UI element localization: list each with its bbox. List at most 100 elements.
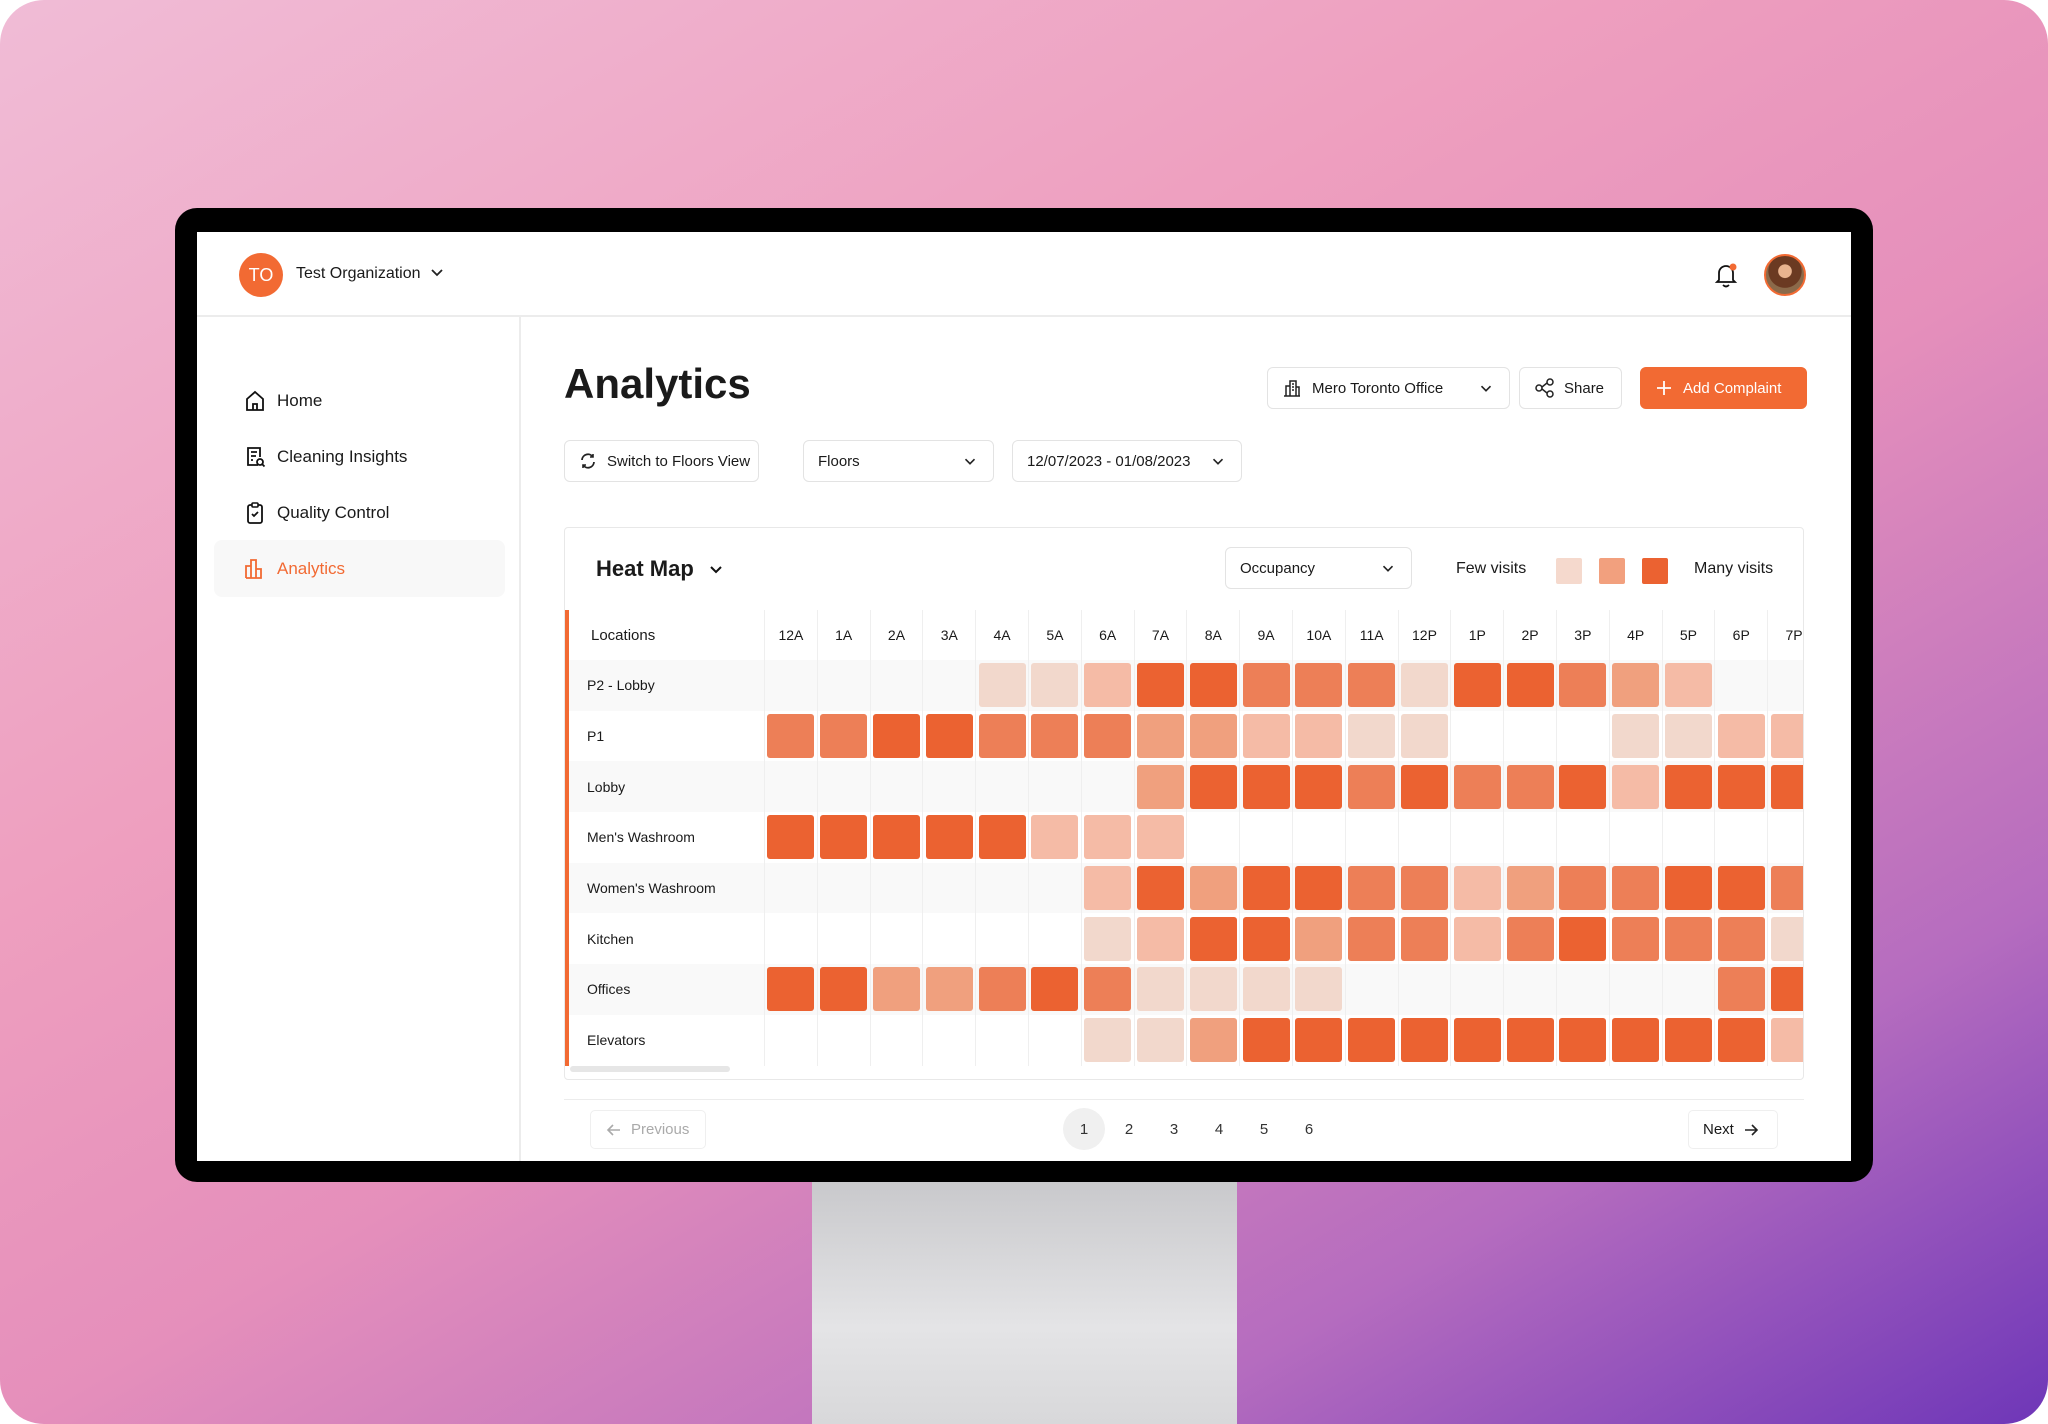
heatmap-cell-fill[interactable] xyxy=(978,967,1026,1012)
heatmap-cell-fill[interactable] xyxy=(1136,1018,1184,1063)
heatmap-cell-fill[interactable] xyxy=(1664,714,1712,759)
heatmap-cell-fill[interactable] xyxy=(1242,714,1290,759)
heatmap-cell-fill[interactable] xyxy=(1295,967,1343,1012)
org-name[interactable]: Test Organization xyxy=(296,265,421,283)
heatmap-cell-fill[interactable] xyxy=(1348,1018,1396,1063)
heatmap-cell-fill[interactable] xyxy=(1559,764,1607,809)
sidebar-item-cleaning-insights[interactable]: Cleaning Insights xyxy=(214,428,505,485)
heatmap-cell-fill[interactable] xyxy=(1453,916,1501,961)
page-4[interactable]: 4 xyxy=(1198,1108,1240,1150)
heatmap-cell-fill[interactable] xyxy=(1400,866,1448,911)
heatmap-cell-fill[interactable] xyxy=(1453,663,1501,708)
heatmap-cell-fill[interactable] xyxy=(1612,764,1660,809)
heatmap-cell-fill[interactable] xyxy=(1295,866,1343,911)
heatmap-cell-fill[interactable] xyxy=(1295,764,1343,809)
heatmap-cell-fill[interactable] xyxy=(978,815,1026,860)
sidebar-item-home[interactable]: Home xyxy=(214,372,505,429)
heatmap-cell-fill[interactable] xyxy=(1717,1018,1765,1063)
heatmap-cell-fill[interactable] xyxy=(1136,866,1184,911)
heatmap-cell-fill[interactable] xyxy=(1031,714,1079,759)
heatmap-type-select[interactable]: Heat Map xyxy=(596,556,726,582)
heatmap-cell-fill[interactable] xyxy=(767,967,815,1012)
heatmap-cell-fill[interactable] xyxy=(1242,916,1290,961)
heatmap-cell-fill[interactable] xyxy=(1453,764,1501,809)
heatmap-cell-fill[interactable] xyxy=(1031,815,1079,860)
heatmap-cell-fill[interactable] xyxy=(872,815,920,860)
heatmap-cell-fill[interactable] xyxy=(1506,764,1554,809)
heatmap-cell-fill[interactable] xyxy=(1400,916,1448,961)
heatmap-cell-fill[interactable] xyxy=(1031,663,1079,708)
heatmap-cell-fill[interactable] xyxy=(1506,866,1554,911)
add-complaint-button[interactable]: Add Complaint xyxy=(1640,367,1807,409)
heatmap-cell-fill[interactable] xyxy=(820,815,868,860)
heatmap-cell-fill[interactable] xyxy=(1348,866,1396,911)
page-1[interactable]: 1 xyxy=(1063,1108,1105,1150)
heatmap-cell-fill[interactable] xyxy=(1084,714,1132,759)
heatmap-cell-fill[interactable] xyxy=(925,815,973,860)
heatmap-cell-fill[interactable] xyxy=(978,714,1026,759)
next-button[interactable]: Next xyxy=(1688,1110,1778,1149)
heatmap-cell-fill[interactable] xyxy=(1559,866,1607,911)
heatmap-cell-fill[interactable] xyxy=(1348,764,1396,809)
heatmap-cell-fill[interactable] xyxy=(925,714,973,759)
heatmap-cell-fill[interactable] xyxy=(1242,866,1290,911)
heatmap-cell-fill[interactable] xyxy=(1084,663,1132,708)
heatmap-cell-fill[interactable] xyxy=(1612,663,1660,708)
heatmap-cell-fill[interactable] xyxy=(1136,815,1184,860)
heatmap-cell-fill[interactable] xyxy=(1136,764,1184,809)
heatmap-cell-fill[interactable] xyxy=(978,663,1026,708)
heatmap-cell-fill[interactable] xyxy=(1136,663,1184,708)
heatmap-cell-fill[interactable] xyxy=(1242,967,1290,1012)
heatmap-cell-fill[interactable] xyxy=(1136,714,1184,759)
switch-floors-view-button[interactable]: Switch to Floors View xyxy=(564,440,759,482)
heatmap-cell-fill[interactable] xyxy=(1664,866,1712,911)
heatmap-cell-fill[interactable] xyxy=(1559,1018,1607,1063)
heatmap-cell-fill[interactable] xyxy=(1084,1018,1132,1063)
heatmap-cell-fill[interactable] xyxy=(820,967,868,1012)
location-select[interactable]: Mero Toronto Office xyxy=(1267,367,1510,409)
page-6[interactable]: 6 xyxy=(1288,1108,1330,1150)
heatmap-cell-fill[interactable] xyxy=(1612,866,1660,911)
chevron-down-icon[interactable] xyxy=(427,262,447,282)
user-avatar[interactable] xyxy=(1764,254,1806,296)
heatmap-cell-fill[interactable] xyxy=(767,815,815,860)
page-2[interactable]: 2 xyxy=(1108,1108,1150,1150)
floors-select[interactable]: Floors xyxy=(803,440,994,482)
share-button[interactable]: Share xyxy=(1519,367,1622,409)
heatmap-cell-fill[interactable] xyxy=(1717,866,1765,911)
heatmap-cell-fill[interactable] xyxy=(1506,916,1554,961)
heatmap-cell-fill[interactable] xyxy=(1559,663,1607,708)
heatmap-cell-fill[interactable] xyxy=(1770,967,1803,1012)
heatmap-cell-fill[interactable] xyxy=(1770,866,1803,911)
heatmap-cell-fill[interactable] xyxy=(1242,663,1290,708)
heatmap-cell-fill[interactable] xyxy=(1664,764,1712,809)
heatmap-cell-fill[interactable] xyxy=(1400,764,1448,809)
heatmap-cell-fill[interactable] xyxy=(925,967,973,1012)
heatmap-cell-fill[interactable] xyxy=(820,714,868,759)
heatmap-cell-fill[interactable] xyxy=(1189,1018,1237,1063)
heatmap-cell-fill[interactable] xyxy=(1295,916,1343,961)
bell-icon[interactable] xyxy=(1713,261,1739,289)
heatmap-cell-fill[interactable] xyxy=(1770,1018,1803,1063)
heatmap-cell-fill[interactable] xyxy=(1189,764,1237,809)
heatmap-cell-fill[interactable] xyxy=(1453,866,1501,911)
heatmap-cell-fill[interactable] xyxy=(1664,1018,1712,1063)
heatmap-cell-fill[interactable] xyxy=(1084,815,1132,860)
heatmap-cell-fill[interactable] xyxy=(1506,1018,1554,1063)
sidebar-item-quality-control[interactable]: Quality Control xyxy=(214,484,505,541)
heatmap-cell-fill[interactable] xyxy=(1612,1018,1660,1063)
heatmap-cell-fill[interactable] xyxy=(1242,764,1290,809)
heatmap-cell-fill[interactable] xyxy=(1084,916,1132,961)
heatmap-cell-fill[interactable] xyxy=(1348,714,1396,759)
heatmap-cell-fill[interactable] xyxy=(1031,967,1079,1012)
date-range-select[interactable]: 12/07/2023 - 01/08/2023 xyxy=(1012,440,1242,482)
org-avatar[interactable]: TO xyxy=(239,253,283,297)
heatmap-cell-fill[interactable] xyxy=(1664,916,1712,961)
heatmap-cell-fill[interactable] xyxy=(1136,916,1184,961)
heatmap-cell-fill[interactable] xyxy=(1189,866,1237,911)
heatmap-cell-fill[interactable] xyxy=(1189,714,1237,759)
heatmap-cell-fill[interactable] xyxy=(1717,764,1765,809)
page-3[interactable]: 3 xyxy=(1153,1108,1195,1150)
heatmap-cell-fill[interactable] xyxy=(872,967,920,1012)
sidebar-item-analytics[interactable]: Analytics xyxy=(214,540,505,597)
